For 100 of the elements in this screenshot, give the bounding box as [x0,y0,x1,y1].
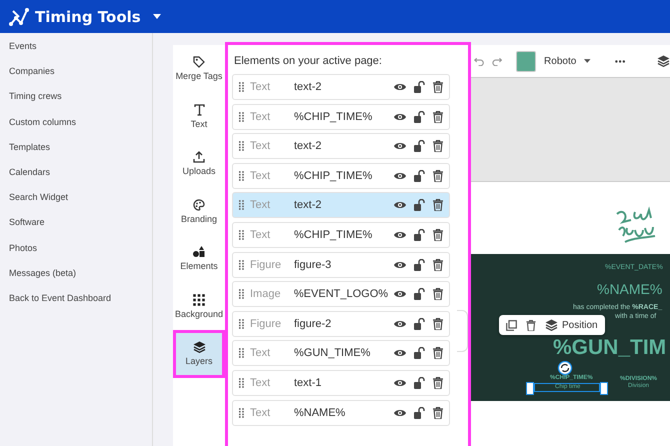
unlock-icon[interactable] [414,140,425,152]
drag-handle-icon[interactable] [239,408,244,418]
drag-handle-icon[interactable] [239,378,244,388]
nav-link[interactable]: Companies [0,65,152,90]
tool-tab[interactable]: Text [173,92,225,140]
unlock-icon[interactable] [414,110,425,123]
layer-row[interactable]: Text text-2 [232,74,450,100]
eye-icon[interactable] [394,320,406,328]
eye-icon[interactable] [394,83,406,91]
copy-icon[interactable] [506,320,517,330]
layer-type: Image [250,288,282,300]
eye-icon[interactable] [394,142,406,150]
drag-handle-icon[interactable] [239,289,244,300]
layer-row[interactable]: Text text-2 [232,192,450,218]
drag-handle-icon[interactable] [239,112,244,122]
unlock-icon[interactable] [414,347,425,360]
trash-icon[interactable] [433,170,443,182]
trash-icon[interactable] [433,258,443,271]
nav-link[interactable]: Templates [0,140,152,166]
undo-icon[interactable] [474,56,484,66]
trash-icon[interactable] [433,110,443,123]
more-icon[interactable] [614,60,625,62]
trash-icon[interactable] [433,228,443,241]
eye-icon[interactable] [394,230,406,239]
drag-handle-icon[interactable] [239,348,244,358]
nav-link[interactable]: Back to Event Dashboard [0,292,152,318]
trash-icon[interactable] [433,140,443,152]
layer-row[interactable]: Figure figure-3 [232,252,450,278]
redo-icon[interactable] [492,56,502,66]
unlock-icon[interactable] [414,228,425,241]
eye-icon[interactable] [394,260,406,269]
unlock-icon[interactable] [414,199,425,212]
nav-link[interactable]: Timing crews [0,90,152,116]
drag-handle-icon[interactable] [239,170,244,181]
nav-link[interactable]: Software [0,216,152,242]
upload-icon [193,151,205,164]
layer-row[interactable]: Image %EVENT_LOGO% [232,281,450,308]
unlock-icon[interactable] [414,406,425,419]
tool-tab[interactable]: Merge Tags [173,45,225,92]
app-title[interactable]: Timing Tools [35,8,141,26]
trash-icon[interactable] [433,318,443,330]
layer-type: Text [250,199,272,212]
trash-icon[interactable] [433,376,443,389]
position-button[interactable]: Position [545,319,598,331]
tool-tab[interactable]: Layers [173,330,225,378]
trash-icon[interactable] [433,406,443,419]
caret-icon[interactable] [152,14,161,19]
unlock-icon[interactable] [414,318,425,330]
layer-name: text-1 [294,376,323,389]
color-swatch[interactable] [516,50,536,72]
layer-row[interactable]: Text %NAME% [232,400,450,426]
layer-row[interactable]: Figure figure-2 [232,310,450,337]
layer-row[interactable]: Text text-1 [232,370,450,396]
unlock-icon[interactable] [414,288,426,300]
resize-handle[interactable] [526,382,534,395]
layer-name: text-2 [294,140,323,152]
eye-icon[interactable] [394,172,406,180]
layer-row[interactable]: Text text-2 [232,133,450,160]
drag-handle-icon[interactable] [239,82,244,92]
layer-row[interactable]: Text %CHIP_TIME% [232,162,450,189]
trash-icon[interactable] [433,199,443,212]
nav-link[interactable]: Calendars [0,166,152,192]
layer-row[interactable]: Text %GUN_TIME% [232,340,450,366]
trash-icon[interactable] [433,288,443,300]
trash-icon[interactable] [526,320,536,330]
eye-icon[interactable] [394,112,406,121]
tool-tab[interactable]: Uploads [173,140,225,188]
nav-link[interactable]: Search Widget [0,191,152,216]
tool-tab[interactable]: Elements [173,235,225,282]
tool-tab[interactable]: Background [173,282,225,330]
nav-link[interactable]: Events [0,40,152,66]
drag-handle-icon[interactable] [239,318,244,329]
nav-link[interactable]: Custom columns [0,116,152,141]
selection-box[interactable] [534,383,600,392]
layer-row[interactable]: Text %CHIP_TIME% [232,104,450,130]
eye-icon[interactable] [394,201,406,210]
drag-handle-icon[interactable] [239,230,244,240]
layer-type: Figure [250,258,282,271]
tool-tab[interactable]: Branding [173,188,225,235]
caret-icon[interactable] [584,59,591,63]
layer-row[interactable]: Text %CHIP_TIME% [232,222,450,248]
unlock-icon[interactable] [414,81,425,93]
nav-link[interactable]: Photos [0,242,152,267]
eye-icon[interactable] [394,378,406,387]
nav-link[interactable]: Messages (beta) [0,266,152,292]
drag-handle-icon[interactable] [239,260,244,270]
drag-handle-icon[interactable] [239,200,244,210]
eye-icon[interactable] [394,408,406,417]
tag-icon [193,56,205,68]
font-dropdown[interactable]: Roboto [544,56,576,66]
trash-icon[interactable] [433,347,443,360]
resize-handle[interactable] [600,382,608,395]
eye-icon[interactable] [394,349,406,358]
drag-handle-icon[interactable] [239,141,244,152]
panel-title: Elements on your active page: [234,55,383,67]
unlock-icon[interactable] [414,170,425,182]
unlock-icon[interactable] [414,258,425,271]
unlock-icon[interactable] [414,376,425,389]
eye-icon[interactable] [394,290,406,298]
trash-icon[interactable] [433,81,443,93]
